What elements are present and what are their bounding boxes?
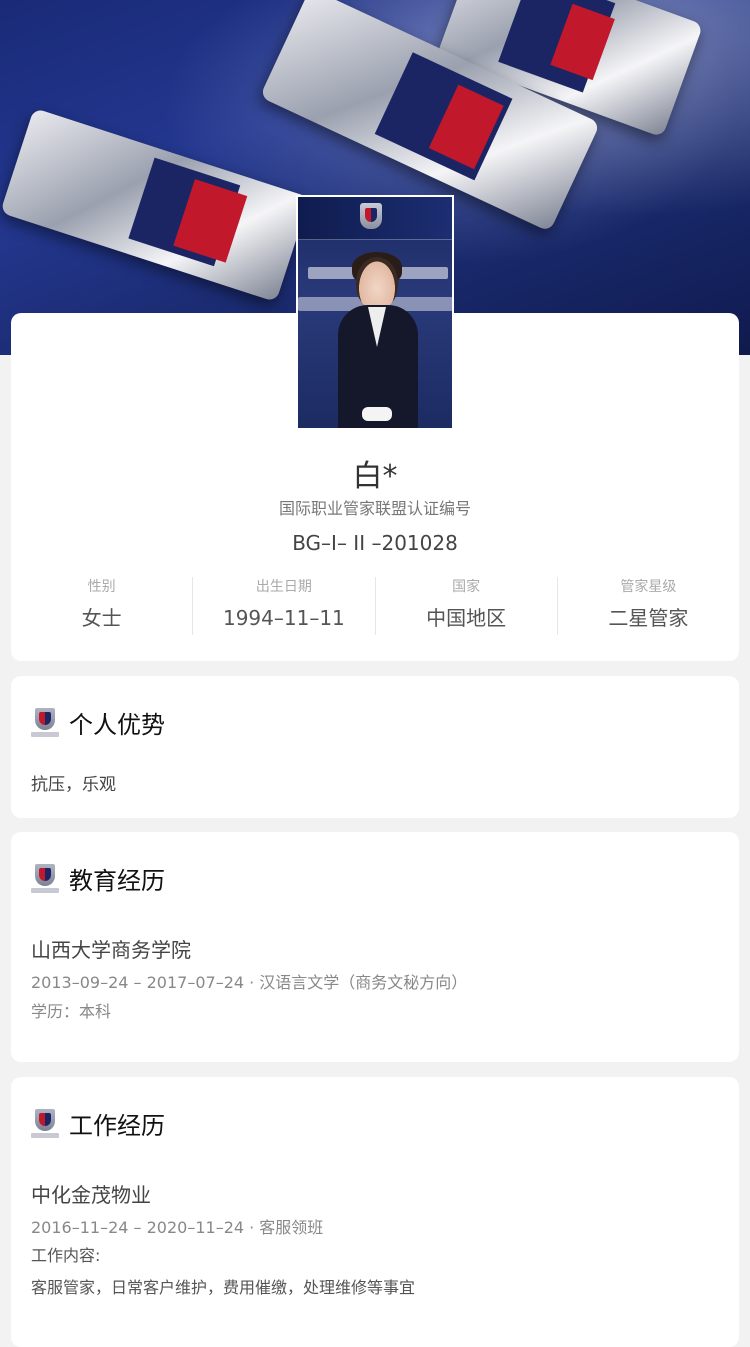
work-content: 客服管家，日常客户维护，费用催缴，处理维修等事宜 bbox=[31, 1278, 416, 1297]
work-period-role: 2016–11–24 – 2020–11–24 · 客服领班 bbox=[31, 1218, 324, 1237]
academy-crest-icon bbox=[31, 860, 59, 896]
education-degree: 学历：本科 bbox=[31, 1002, 112, 1021]
avatar[interactable] bbox=[296, 195, 454, 430]
profile-stats: 性别 女士 出生日期 1994–11–11 国家 中国地区 管家星级 二星管家 bbox=[11, 577, 739, 635]
advantage-text: 抗压，乐观 bbox=[31, 775, 116, 795]
stat-value: 二星管家 bbox=[608, 606, 689, 630]
section-header: 教育经历 bbox=[31, 860, 165, 896]
stat-gender: 性别 女士 bbox=[11, 577, 194, 635]
section-title: 工作经历 bbox=[69, 1111, 165, 1140]
stat-birthdate: 出生日期 1994–11–11 bbox=[193, 577, 376, 635]
work-card: 工作经历 中化金茂物业 2016–11–24 – 2020–11–24 · 客服… bbox=[11, 1077, 739, 1347]
stat-label: 国家 bbox=[452, 579, 481, 595]
stat-star-level: 管家星级 二星管家 bbox=[558, 577, 739, 635]
section-title: 教育经历 bbox=[69, 866, 165, 895]
academy-crest-icon bbox=[31, 1105, 59, 1141]
education-period-major: 2013–09–24 – 2017–07–24 · 汉语言文学（商务文秘方向） bbox=[31, 973, 468, 992]
school-name: 山西大学商务学院 bbox=[31, 938, 191, 962]
stat-value: 1994–11–11 bbox=[222, 606, 345, 630]
company-name: 中化金茂物业 bbox=[31, 1183, 151, 1207]
section-header: 个人优势 bbox=[31, 704, 165, 740]
profile-name: 白* bbox=[352, 459, 398, 494]
academy-crest-icon bbox=[360, 203, 382, 229]
stat-label: 出生日期 bbox=[255, 579, 312, 595]
cert-number: BG–I– II –201028 bbox=[292, 531, 458, 555]
advantage-card: 个人优势 抗压，乐观 bbox=[11, 676, 739, 818]
stat-value: 女士 bbox=[81, 606, 122, 630]
stat-country: 国家 中国地区 bbox=[376, 577, 558, 635]
education-card: 教育经历 山西大学商务学院 2013–09–24 – 2017–07–24 · … bbox=[11, 832, 739, 1062]
section-title: 个人优势 bbox=[69, 710, 165, 739]
cert-label: 国际职业管家联盟认证编号 bbox=[278, 499, 471, 518]
badge-pin-image bbox=[0, 107, 310, 303]
stat-label: 性别 bbox=[87, 579, 116, 595]
stat-value: 中国地区 bbox=[426, 606, 507, 630]
section-header: 工作经历 bbox=[31, 1105, 165, 1141]
stat-label: 管家星级 bbox=[620, 579, 677, 595]
work-content-label: 工作内容: bbox=[31, 1246, 101, 1265]
academy-crest-icon bbox=[31, 704, 59, 740]
